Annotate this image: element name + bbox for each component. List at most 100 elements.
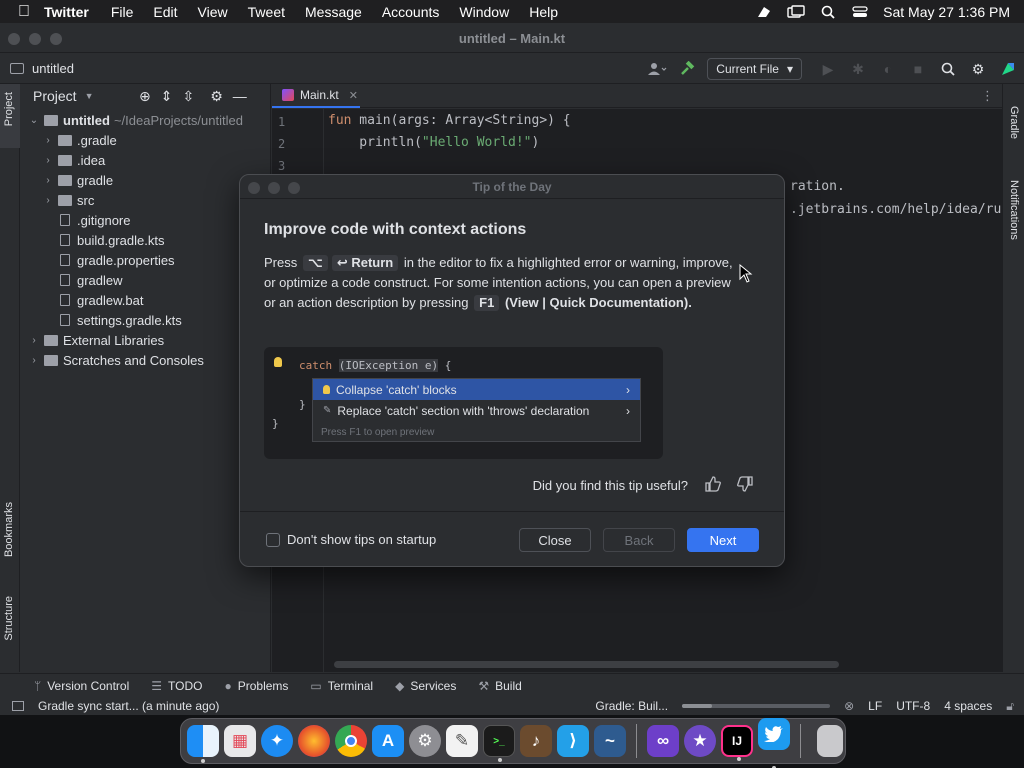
safari-icon[interactable]: ✦: [261, 725, 293, 757]
indent-setting[interactable]: 4 spaces: [944, 699, 992, 713]
close-button[interactable]: Close: [519, 528, 591, 552]
toggle-tool-windows-icon[interactable]: [12, 701, 24, 711]
chevron-right-icon[interactable]: ›: [41, 195, 55, 206]
system-preferences-icon[interactable]: ⚙: [409, 725, 441, 757]
menu-help[interactable]: Help: [529, 4, 558, 20]
menubar-clock[interactable]: Sat May 27 1:36 PM: [883, 4, 1010, 20]
menu-app-name[interactable]: Twitter: [44, 4, 89, 20]
tree-item[interactable]: build.gradle.kts: [21, 230, 270, 250]
coverage-icon[interactable]: ◐: [878, 59, 898, 79]
finder-icon[interactable]: [187, 725, 219, 763]
wireshark-icon[interactable]: ~: [594, 725, 626, 757]
scratches-item[interactable]: › Scratches and Consoles: [21, 350, 270, 370]
vscode-icon[interactable]: ⟩: [557, 725, 589, 757]
close-dialog-button[interactable]: [248, 182, 260, 194]
bookmarks-tool-button[interactable]: Bookmarks: [3, 502, 15, 557]
chevron-down-icon[interactable]: ⌄: [27, 115, 41, 126]
control-center-icon[interactable]: [851, 5, 869, 19]
back-button[interactable]: Back: [603, 528, 675, 552]
tree-item[interactable]: gradlew.bat: [21, 290, 270, 310]
menu-tweet[interactable]: Tweet: [248, 4, 285, 20]
spotlight-search-icon[interactable]: [819, 5, 837, 19]
firefox-icon[interactable]: [298, 725, 330, 757]
launchpad-icon[interactable]: ▦: [224, 725, 256, 757]
project-tool-button[interactable]: Project: [3, 92, 15, 126]
collapse-all-icon[interactable]: ⇳: [182, 88, 194, 105]
terminal-app-icon[interactable]: >_: [483, 725, 515, 762]
structure-tool-button[interactable]: Structure: [3, 596, 15, 641]
hide-panel-icon[interactable]: —: [233, 88, 247, 105]
tree-item[interactable]: settings.gradle.kts: [21, 310, 270, 330]
imovie-icon[interactable]: ★: [684, 725, 716, 757]
run-configuration-select[interactable]: Current File ▾: [707, 58, 802, 80]
notifications-tool-button[interactable]: Notifications: [1008, 180, 1020, 240]
cancel-task-icon[interactable]: ⊗: [844, 699, 854, 713]
project-panel-title[interactable]: Project: [33, 88, 77, 104]
visual-studio-icon[interactable]: ∞: [647, 725, 679, 757]
jetbrains-logo-icon[interactable]: [998, 59, 1018, 79]
chevron-right-icon[interactable]: ›: [27, 355, 41, 366]
settings-gear-icon[interactable]: ⚙: [210, 88, 223, 105]
apple-menu-icon[interactable]: : [18, 3, 30, 21]
project-switcher[interactable]: untitled: [10, 61, 74, 76]
stop-icon[interactable]: ■: [908, 59, 928, 79]
settings-gear-icon[interactable]: ⚙: [968, 59, 988, 79]
line-separator[interactable]: LF: [868, 699, 882, 713]
external-libraries-item[interactable]: › External Libraries: [21, 330, 270, 350]
add-user-icon[interactable]: [647, 59, 667, 79]
background-task-label[interactable]: Gradle: Buil...: [595, 699, 668, 713]
tab-main-kt[interactable]: Main.kt ✕: [272, 84, 360, 108]
twitter-icon[interactable]: [758, 718, 790, 768]
menu-accounts[interactable]: Accounts: [382, 4, 440, 20]
chevron-right-icon[interactable]: ›: [41, 155, 55, 166]
textedit-icon[interactable]: ✎: [446, 725, 478, 757]
chevron-right-icon[interactable]: ›: [41, 175, 55, 186]
horizontal-scrollbar[interactable]: [334, 661, 839, 668]
trash-icon[interactable]: [817, 725, 843, 757]
debug-icon[interactable]: ✱: [848, 59, 868, 79]
tree-item[interactable]: › src: [21, 190, 270, 210]
tree-item[interactable]: › .idea: [21, 150, 270, 170]
tree-item[interactable]: › .gradle: [21, 130, 270, 150]
chevron-right-icon[interactable]: ›: [27, 335, 41, 346]
thumbs-up-icon[interactable]: [702, 475, 724, 497]
menu-view[interactable]: View: [198, 4, 228, 20]
search-icon[interactable]: [938, 59, 958, 79]
file-encoding[interactable]: UTF-8: [896, 699, 930, 713]
tree-root[interactable]: ⌄ untitled ~/IdeaProjects/untitled: [21, 110, 270, 130]
todo-tool-button[interactable]: ☰ TODO: [151, 679, 202, 693]
menu-file[interactable]: File: [111, 4, 134, 20]
status-message[interactable]: Gradle sync start... (a minute ago): [38, 699, 219, 713]
minimize-dialog-button[interactable]: [268, 182, 280, 194]
chrome-icon[interactable]: [335, 725, 367, 757]
status-app-icon[interactable]: [755, 5, 773, 19]
close-tab-icon[interactable]: ✕: [349, 89, 358, 102]
build-tool-button[interactable]: ⚒ Build: [478, 679, 521, 693]
locate-file-icon[interactable]: ⊕: [139, 88, 151, 105]
expand-all-icon[interactable]: ⇕: [161, 88, 173, 105]
dont-show-tips-checkbox[interactable]: [266, 533, 280, 547]
tree-item[interactable]: gradlew: [21, 270, 270, 290]
thumbs-down-icon[interactable]: [734, 475, 756, 497]
checkbox-label[interactable]: Don't show tips on startup: [287, 532, 436, 547]
build-hammer-icon[interactable]: [677, 59, 697, 79]
zoom-dialog-button[interactable]: [288, 182, 300, 194]
next-button[interactable]: Next: [687, 528, 759, 552]
problems-tool-button[interactable]: ● Problems: [224, 679, 288, 693]
intellij-icon[interactable]: IJ: [721, 725, 753, 761]
menu-edit[interactable]: Edit: [153, 4, 177, 20]
lock-icon[interactable]: 🔓︎: [1006, 699, 1014, 714]
instruments-icon[interactable]: ♪: [520, 725, 552, 757]
menu-window[interactable]: Window: [459, 4, 509, 20]
menu-message[interactable]: Message: [305, 4, 362, 20]
chevron-down-icon[interactable]: ▼: [85, 91, 94, 101]
chevron-right-icon[interactable]: ›: [41, 135, 55, 146]
more-tabs-icon[interactable]: ⋮: [981, 88, 994, 104]
services-tool-button[interactable]: ◆ Services: [395, 679, 456, 693]
run-icon[interactable]: ▶: [818, 59, 838, 79]
tree-item[interactable]: gradle.properties: [21, 250, 270, 270]
screen-mirror-icon[interactable]: [787, 4, 805, 19]
tree-item[interactable]: › gradle: [21, 170, 270, 190]
tree-item[interactable]: .gitignore: [21, 210, 270, 230]
version-control-tool-button[interactable]: ᛘ Version Control: [34, 679, 129, 693]
